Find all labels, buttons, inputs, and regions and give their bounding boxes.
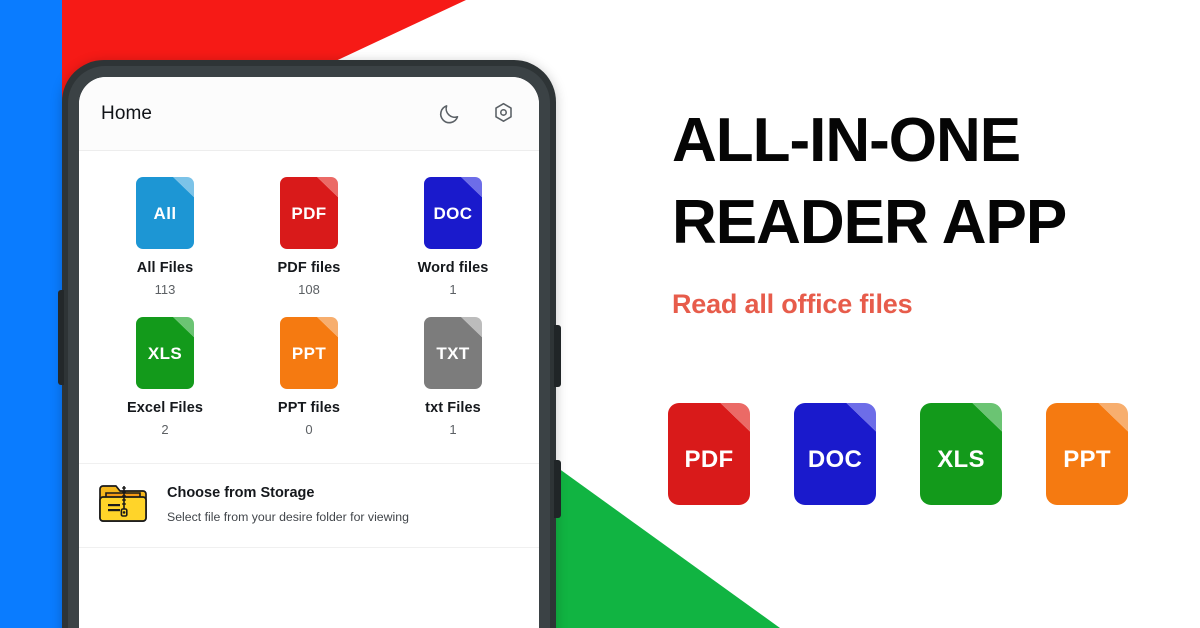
- all-file-icon: All: [136, 177, 194, 249]
- headline-line-2: READER APP: [672, 187, 1067, 257]
- phone-screen: Home All All Files 113 PDF PDF files 108…: [79, 77, 539, 628]
- gear-icon[interactable]: [489, 100, 517, 128]
- phone-volume-button[interactable]: [554, 325, 561, 387]
- file-format-badges: PDF DOC XLS PPT: [668, 403, 1128, 505]
- badge-glyph: PPT: [1063, 446, 1111, 474]
- ppt-badge: PPT: [1046, 403, 1128, 505]
- tile-count: 108: [298, 282, 320, 297]
- headline-line-1: ALL-IN-ONE: [672, 106, 1021, 175]
- doc-file-icon: DOC: [424, 177, 482, 249]
- file-tile-word[interactable]: DOC Word files 1: [381, 173, 525, 305]
- file-tile-ppt[interactable]: PPT PPT files 0: [237, 313, 381, 445]
- tile-count: 2: [161, 422, 169, 437]
- xls-file-icon: XLS: [136, 317, 194, 389]
- promo-banner: Home All All Files 113 PDF PDF files 108…: [0, 0, 1200, 628]
- storage-text: Choose from Storage Select file from you…: [167, 485, 409, 524]
- icon-glyph: DOC: [433, 203, 473, 223]
- tile-count: 1: [449, 422, 457, 437]
- icon-glyph: XLS: [147, 343, 183, 363]
- header-actions: [435, 100, 517, 128]
- ppt-file-icon: PPT: [280, 317, 338, 389]
- tile-label: Word files: [417, 260, 489, 276]
- pdf-badge: PDF: [668, 403, 750, 505]
- tile-label: All Files: [136, 260, 194, 276]
- zipped-folder-icon: [97, 480, 149, 529]
- icon-glyph: TXT: [436, 343, 470, 363]
- moon-icon[interactable]: [435, 100, 463, 128]
- tile-label: PPT files: [277, 400, 341, 416]
- phone-mockup: Home All All Files 113 PDF PDF files 108…: [58, 60, 561, 628]
- file-type-grid: All All Files 113 PDF PDF files 108 DOC …: [79, 151, 539, 449]
- file-tile-pdf[interactable]: PDF PDF files 108: [237, 173, 381, 305]
- xls-badge: XLS: [920, 403, 1002, 505]
- pdf-file-icon: PDF: [280, 177, 338, 249]
- tile-count: 113: [154, 282, 176, 297]
- tile-label: PDF files: [277, 260, 341, 276]
- storage-title: Choose from Storage: [167, 485, 315, 501]
- txt-file-icon: TXT: [424, 317, 482, 389]
- file-tile-all[interactable]: All All Files 113: [93, 173, 237, 305]
- storage-subtitle: Select file from your desire folder for …: [167, 510, 409, 524]
- badge-glyph: XLS: [937, 446, 985, 474]
- tile-label: txt Files: [425, 400, 481, 416]
- blue-band-decoration: [0, 0, 62, 628]
- promo-headline: ALL-IN-ONE READER APP: [672, 108, 1172, 255]
- badge-glyph: PDF: [684, 446, 734, 474]
- promo-text-panel: ALL-IN-ONE READER APP Read all office fi…: [672, 108, 1172, 320]
- choose-from-storage-row[interactable]: Choose from Storage Select file from you…: [79, 463, 539, 548]
- doc-badge: DOC: [794, 403, 876, 505]
- phone-power-button[interactable]: [554, 460, 561, 518]
- icon-glyph: PDF: [291, 203, 327, 223]
- tile-count: 1: [449, 282, 457, 297]
- promo-subtitle: Read all office files: [672, 289, 913, 320]
- file-tile-txt[interactable]: TXT txt Files 1: [381, 313, 525, 445]
- app-header: Home: [79, 77, 539, 151]
- phone-side-button-left[interactable]: [58, 290, 64, 385]
- icon-glyph: All: [153, 203, 177, 223]
- icon-glyph: PPT: [291, 343, 327, 363]
- badge-glyph: DOC: [807, 446, 863, 474]
- tile-label: Excel Files: [126, 400, 204, 416]
- file-tile-excel[interactable]: XLS Excel Files 2: [93, 313, 237, 445]
- page-title: Home: [101, 102, 153, 124]
- tile-count: 0: [305, 422, 313, 437]
